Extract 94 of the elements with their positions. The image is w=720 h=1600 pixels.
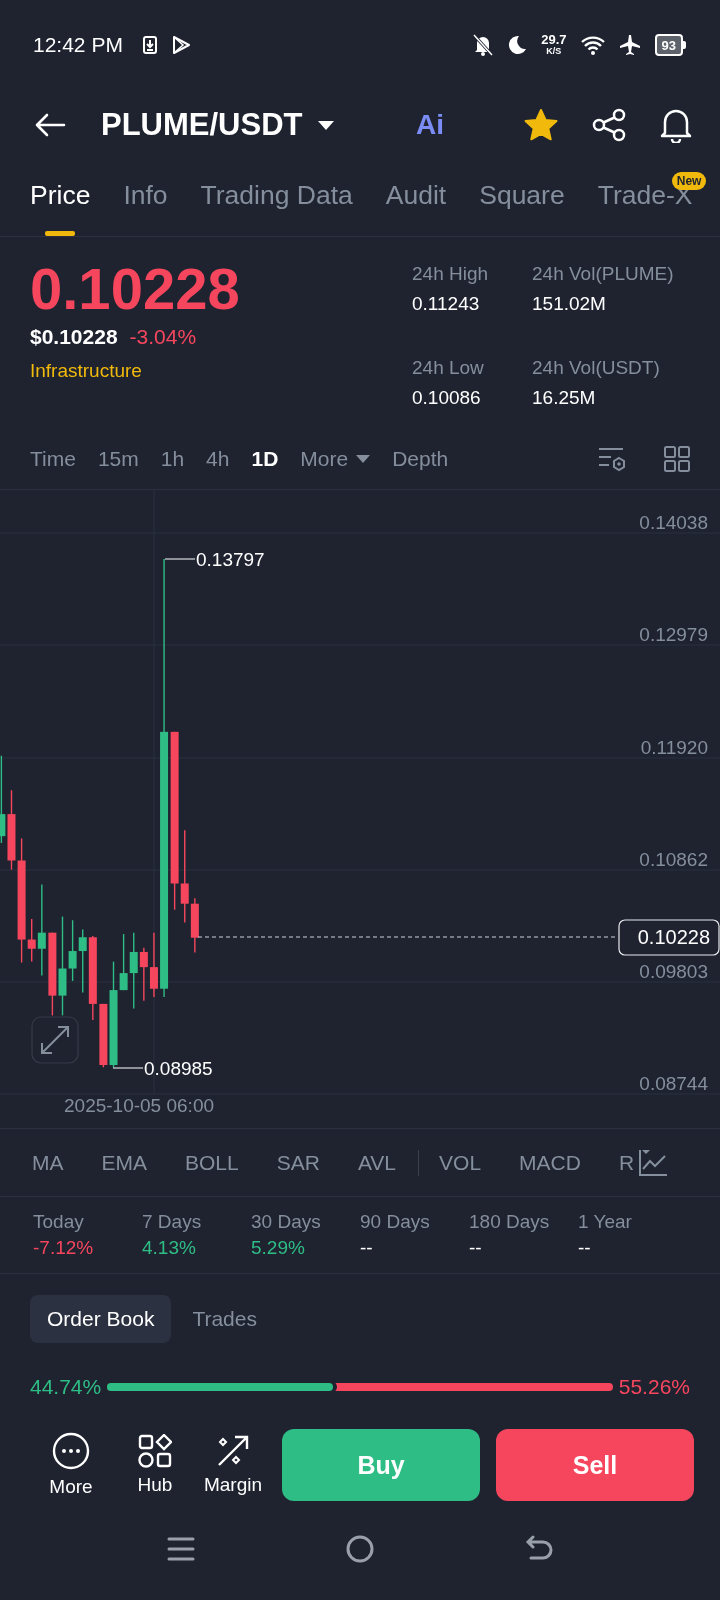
ai-button[interactable]: Ai	[416, 109, 444, 141]
more-icon	[52, 1432, 90, 1470]
wifi-icon	[580, 35, 605, 55]
period-label: 1 Year	[578, 1211, 633, 1233]
price-change: -3.04%	[129, 325, 197, 349]
stat-label: 24h Vol(PLUME)	[532, 263, 675, 285]
time-axis-label: 2025-10-05 06:00	[64, 1095, 214, 1117]
leader-line	[112, 1067, 144, 1069]
stat-value: 0.11243	[412, 293, 481, 315]
period-change: 4.13%	[142, 1237, 197, 1259]
network-speed-unit: K/S	[546, 46, 562, 56]
indicator-tab[interactable]: MACD	[519, 1150, 581, 1175]
period-change: --	[578, 1237, 592, 1259]
axis-label: 0.10862	[639, 849, 708, 870]
book-tab[interactable]: Trades	[175, 1295, 274, 1343]
indicator-tab[interactable]: R	[618, 1150, 635, 1175]
new-badge: New	[671, 172, 707, 190]
share-icon[interactable]	[592, 108, 626, 142]
interval-tab[interactable]: Depth	[392, 447, 449, 471]
axis-label: 0.09803	[639, 961, 708, 982]
sell-button[interactable]: Sell	[496, 1429, 694, 1501]
menu-icon[interactable]	[167, 1536, 195, 1562]
axis-label: 0.11920	[640, 737, 708, 758]
bell-icon[interactable]	[660, 107, 692, 143]
period-label: Today	[33, 1211, 85, 1233]
period-change: -7.12%	[33, 1237, 95, 1259]
indicator-tab[interactable]: AVL	[357, 1150, 397, 1175]
star-icon[interactable]	[524, 109, 558, 141]
home-icon[interactable]	[345, 1534, 375, 1564]
period-label: 180 Days	[469, 1211, 551, 1233]
moon-icon	[507, 35, 528, 55]
shapes-icon	[138, 1434, 172, 1468]
interval-tab[interactable]: 15m	[97, 447, 139, 471]
last-price: 0.10228	[30, 259, 241, 319]
stat-label: 24h High	[412, 263, 490, 285]
interval-tab[interactable]: Time	[30, 447, 76, 471]
indicator-tab[interactable]: VOL	[439, 1150, 482, 1175]
interval-tab[interactable]: 1D	[251, 447, 279, 471]
expand-button[interactable]	[31, 1016, 79, 1064]
interval-tab[interactable]: More	[300, 447, 371, 471]
axis-label: 0.08744	[639, 1073, 708, 1094]
action-button[interactable]: Hub	[116, 1434, 194, 1496]
buy-button[interactable]: Buy	[282, 1429, 480, 1501]
stat-value: 0.10086	[412, 387, 482, 409]
category-link[interactable]: Infrastructure	[30, 360, 412, 382]
indicator-tab[interactable]: SAR	[276, 1150, 320, 1175]
candlestick	[78, 928, 87, 994]
tab[interactable]: Price	[30, 160, 91, 236]
period-change: 5.29%	[251, 1237, 306, 1259]
period-label: 7 Days	[142, 1211, 203, 1233]
action-button[interactable]: More	[40, 1432, 102, 1498]
pair-selector[interactable]: PLUME/USDT	[101, 107, 335, 143]
grid-icon[interactable]	[664, 446, 690, 472]
airplane-icon	[618, 34, 641, 56]
period-change: --	[469, 1237, 483, 1259]
diagonal-arrow-icon	[216, 1434, 250, 1468]
stat-label: 24h Low	[412, 357, 485, 379]
current-price-label: 0.10228	[637, 926, 710, 948]
network-speed: 29.7	[541, 34, 567, 46]
axis-label: 0.14038	[639, 512, 708, 533]
tab[interactable]: Audit	[385, 160, 447, 236]
period-label: 30 Days	[251, 1211, 322, 1233]
action-button[interactable]: Margin	[194, 1434, 272, 1496]
indicator-tab[interactable]: BOLL	[185, 1150, 239, 1175]
play-icon	[170, 35, 191, 55]
bell-off-icon	[473, 34, 494, 56]
low-price-label: 0.08985	[144, 1058, 213, 1079]
back-icon[interactable]	[34, 113, 66, 137]
back-icon[interactable]	[525, 1535, 555, 1563]
chart-settings-icon[interactable]	[598, 446, 628, 472]
stat-value: 16.25M	[532, 387, 597, 409]
period-change: --	[360, 1237, 374, 1259]
battery-percent: 93	[661, 37, 676, 53]
buy-ratio: 44.74%	[30, 1375, 102, 1399]
book-tab[interactable]: Order Book	[30, 1295, 172, 1343]
usd-price: $0.10228	[30, 325, 118, 349]
sell-ratio: 55.26%	[618, 1375, 690, 1399]
leader-line	[164, 558, 196, 560]
caret-icon	[316, 120, 335, 130]
period-label: 90 Days	[360, 1211, 431, 1233]
stat-value: 151.02M	[532, 293, 607, 315]
axis-label: 0.12979	[639, 624, 708, 645]
stat-label: 24h Vol(USDT)	[532, 357, 661, 379]
high-price-label: 0.13797	[196, 549, 265, 570]
indicator-tab[interactable]: MA	[32, 1150, 64, 1175]
tab[interactable]: Trading Data	[200, 160, 353, 236]
tab[interactable]: Info	[123, 160, 168, 236]
interval-tab[interactable]: 1h	[160, 447, 185, 471]
status-time: 12:42 PM	[33, 33, 123, 57]
download-icon	[142, 36, 157, 54]
tab[interactable]: Square	[479, 160, 565, 236]
indicator-tab[interactable]: EMA	[101, 1150, 147, 1175]
interval-tab[interactable]: 4h	[206, 447, 230, 471]
candlestick	[149, 931, 158, 998]
